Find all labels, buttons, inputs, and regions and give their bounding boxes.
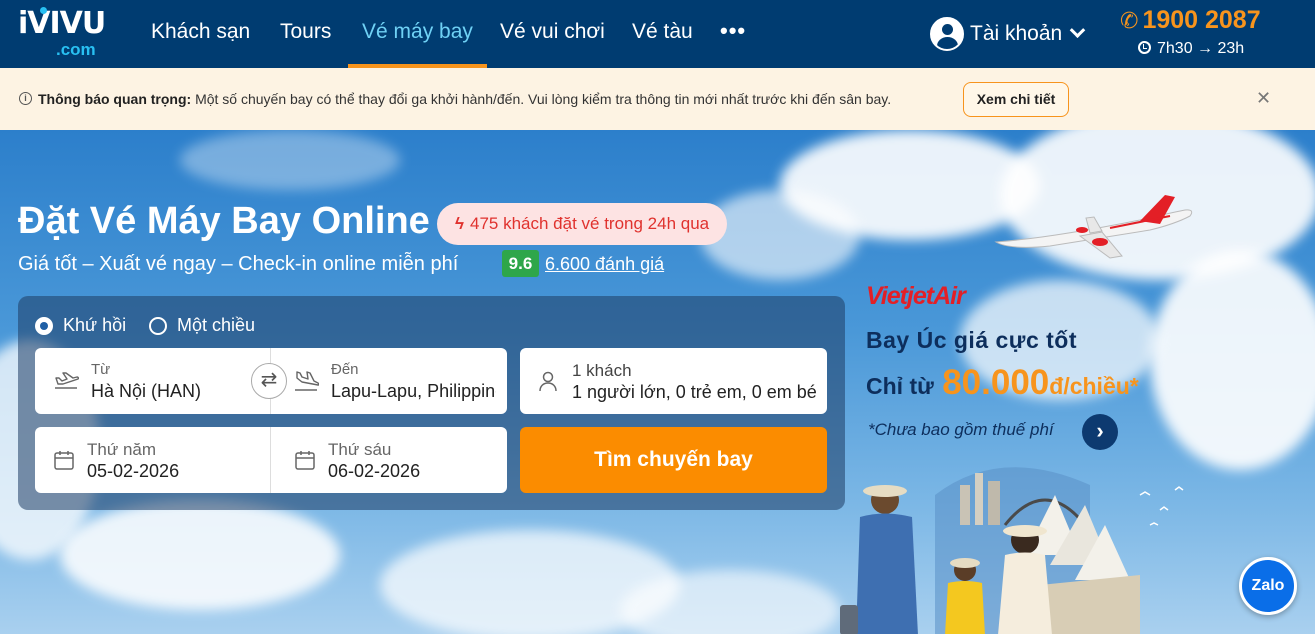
to-field[interactable]: Đến Lapu-Lapu, Philippines bbox=[271, 348, 507, 414]
vietjet-logo: VietjetAir bbox=[866, 282, 966, 310]
hours-text: 7h30 → 23h bbox=[1157, 40, 1245, 57]
close-icon[interactable]: ✕ bbox=[1256, 88, 1271, 109]
depart-day-label: Thứ năm bbox=[87, 440, 157, 459]
passengers-field[interactable]: 1 khách 1 người lớn, 0 trẻ em, 0 em bé bbox=[520, 348, 827, 414]
return-date-value: 06-02-2026 bbox=[328, 461, 421, 481]
nav-item-flights[interactable]: Vé máy bay bbox=[362, 20, 473, 44]
person-icon bbox=[537, 370, 559, 392]
logo-text: iVIVU bbox=[18, 6, 106, 41]
cloud-decoration bbox=[180, 130, 400, 190]
chevron-right-icon[interactable]: › bbox=[1082, 414, 1118, 450]
nav-item-hotels[interactable]: Khách sạn bbox=[151, 20, 250, 44]
promo-price: Chỉ từ 80.000đ/chiều* bbox=[866, 363, 1139, 403]
rating-count-link[interactable]: 6.600 đánh giá bbox=[545, 254, 664, 275]
cloud-decoration bbox=[700, 190, 860, 280]
info-icon: i bbox=[19, 92, 32, 105]
more-menu-icon[interactable]: ••• bbox=[720, 18, 746, 44]
clock-icon bbox=[1138, 41, 1151, 54]
chevron-down-icon bbox=[1069, 21, 1086, 38]
route-field: Từ Hà Nội (HAN) ⇄ Đến Lapu-Lapu, Philipp… bbox=[35, 348, 507, 414]
nav-item-attractions[interactable]: Vé vui chơi bbox=[500, 20, 605, 44]
account-label: Tài khoản bbox=[970, 22, 1063, 45]
notice-title: Thông báo quan trọng: bbox=[38, 91, 192, 107]
notice-bar: i Thông báo quan trọng: Một số chuyến ba… bbox=[0, 68, 1315, 130]
trip-type-label: Một chiều bbox=[177, 315, 256, 335]
radio-unchecked-icon bbox=[149, 316, 167, 335]
nav-item-trains[interactable]: Vé tàu bbox=[632, 20, 693, 44]
from-field[interactable]: Từ Hà Nội (HAN) bbox=[35, 348, 270, 414]
calendar-icon bbox=[294, 449, 316, 471]
bookings-badge: ϟ 475 khách đặt vé trong 24h qua bbox=[437, 203, 728, 245]
to-value: Lapu-Lapu, Philippines bbox=[331, 381, 496, 401]
landing-icon bbox=[293, 370, 320, 392]
to-label: Đến bbox=[331, 361, 359, 378]
promo-note: *Chưa bao gồm thuế phí bbox=[868, 420, 1054, 439]
hero-subtitle: Giá tốt – Xuất vé ngay – Check-in online… bbox=[18, 253, 459, 275]
top-navbar: iVIVU .com Khách sạn Tours Vé máy bay Vé… bbox=[0, 0, 1315, 68]
zalo-chat-button[interactable]: Zalo bbox=[1239, 557, 1297, 615]
ivivu-logo[interactable]: iVIVU .com bbox=[18, 6, 106, 62]
cloud-decoration bbox=[60, 500, 340, 610]
depart-date-field[interactable]: Thứ năm 05-02-2026 bbox=[35, 427, 270, 493]
notice-text: Thông báo quan trọng: Một số chuyến bay … bbox=[38, 91, 891, 107]
view-detail-button[interactable]: Xem chi tiết bbox=[963, 82, 1069, 117]
rating-score-badge: 9.6 bbox=[502, 250, 539, 277]
promo-title: Bay Úc giá cực tốt bbox=[866, 327, 1077, 353]
passengers-value: 1 người lớn, 0 trẻ em, 0 em bé bbox=[572, 382, 817, 402]
promo-price-prefix: Chỉ từ bbox=[866, 373, 934, 399]
search-flights-button[interactable]: Tìm chuyến bay bbox=[520, 427, 827, 493]
passengers-label: 1 khách bbox=[572, 361, 632, 380]
return-day-label: Thứ sáu bbox=[328, 440, 392, 459]
trip-type-roundtrip[interactable]: Khứ hồi bbox=[35, 315, 126, 336]
depart-date-value: 05-02-2026 bbox=[87, 461, 180, 481]
from-value: Hà Nội (HAN) bbox=[91, 381, 202, 401]
travel-family-image bbox=[840, 467, 1184, 634]
hotline[interactable]: ✆ 1900 2087 bbox=[1120, 6, 1261, 35]
nav-item-tours[interactable]: Tours bbox=[280, 20, 331, 44]
radio-checked-icon bbox=[35, 316, 53, 335]
calendar-icon bbox=[53, 449, 75, 471]
support-hours: 7h30 → 23h bbox=[1138, 40, 1244, 58]
hero-banner: Đặt Vé Máy Bay Online ϟ 475 khách đặt vé … bbox=[0, 130, 1315, 634]
trip-type-label: Khứ hồi bbox=[63, 315, 127, 335]
notice-message: Một số chuyến bay có thể thay đổi ga khở… bbox=[191, 91, 892, 107]
cloud-decoration bbox=[1150, 250, 1315, 470]
logo-dot bbox=[40, 7, 47, 14]
airplane-image bbox=[994, 195, 1193, 259]
promo-price-suffix: đ/chiều* bbox=[1049, 373, 1139, 399]
flight-search-panel: Khứ hồi Một chiều Từ Hà Nội (HAN) ⇄ Đến bbox=[18, 296, 845, 510]
dates-field: Thứ năm 05-02-2026 Thứ sáu 06-02-2026 bbox=[35, 427, 507, 493]
from-label: Từ bbox=[91, 361, 111, 378]
page-title: Đặt Vé Máy Bay Online bbox=[18, 200, 430, 242]
promo-price-value: 80.000 bbox=[942, 363, 1050, 402]
return-date-field[interactable]: Thứ sáu 06-02-2026 bbox=[271, 427, 507, 493]
takeoff-icon bbox=[53, 370, 80, 392]
trip-type-oneway[interactable]: Một chiều bbox=[149, 315, 255, 336]
logo-subtext: .com bbox=[56, 40, 96, 59]
bookings-text: 475 khách đặt vé trong 24h qua bbox=[470, 214, 710, 233]
lightning-icon: ϟ bbox=[455, 214, 464, 233]
user-avatar-icon bbox=[930, 17, 964, 51]
hotline-number: 1900 2087 bbox=[1142, 6, 1261, 34]
account-menu[interactable]: Tài khoản bbox=[930, 16, 1086, 52]
phone-icon: ✆ bbox=[1120, 8, 1139, 33]
